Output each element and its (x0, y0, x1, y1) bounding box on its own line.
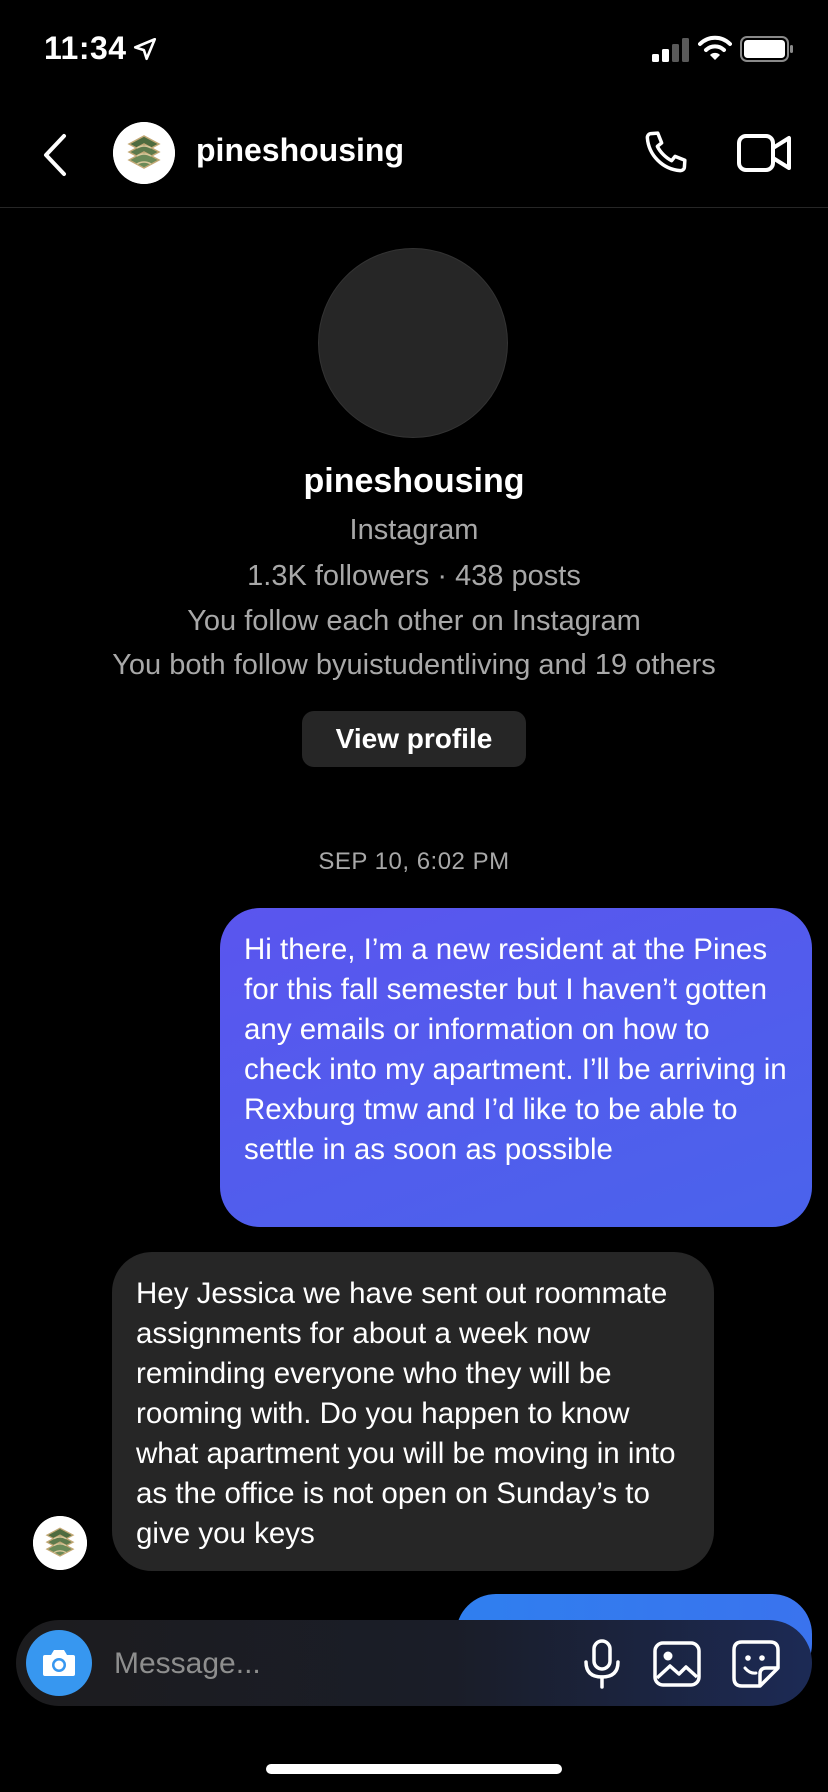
sticker-icon (732, 1640, 780, 1688)
outgoing-message-bubble[interactable]: Hi there, I’m a new resident at the Pine… (220, 908, 812, 1227)
battery-icon (740, 36, 794, 67)
avatar[interactable] (113, 122, 175, 184)
location-arrow-icon (132, 36, 158, 67)
gallery-icon (653, 1641, 701, 1687)
incoming-message-bubble[interactable]: Hey Jessica we have sent out roommate as… (112, 1252, 714, 1571)
phone-icon (645, 131, 687, 173)
camera-icon (43, 1650, 75, 1676)
message-composer (16, 1620, 812, 1708)
profile-avatar[interactable] (318, 248, 508, 438)
profile-relationship: You follow each other on Instagram (187, 605, 641, 637)
microphone-button[interactable] (578, 1638, 626, 1690)
camera-button[interactable] (26, 1630, 92, 1696)
header-title[interactable]: pineshousing (196, 132, 404, 169)
status-time: 11:34 (44, 30, 127, 66)
status-bar: 11:34 (0, 0, 828, 100)
view-profile-button[interactable]: View profile (302, 711, 526, 767)
pines-logo-icon (113, 122, 175, 184)
home-indicator[interactable] (266, 1764, 562, 1774)
profile-mutuals: You both follow byuistudentliving and 19… (112, 649, 716, 681)
profile-stats: 1.3K followers · 438 posts (247, 560, 581, 592)
sticker-button[interactable] (730, 1638, 782, 1690)
video-call-button[interactable] (736, 128, 794, 178)
signal-icon (652, 38, 690, 67)
gallery-button[interactable] (652, 1640, 702, 1688)
profile-name: pineshousing (303, 462, 525, 500)
profile-platform: Instagram (349, 514, 479, 546)
sender-avatar[interactable] (33, 1516, 87, 1570)
audio-call-button[interactable] (640, 126, 692, 178)
back-chevron-icon (44, 134, 66, 176)
message-timestamp: SEP 10, 6:02 PM (318, 848, 510, 875)
microphone-icon (584, 1639, 620, 1689)
video-camera-icon (737, 134, 791, 172)
chat-header: pineshousing (0, 100, 828, 208)
pines-logo-icon (33, 1516, 87, 1570)
back-button[interactable] (36, 130, 76, 180)
wifi-icon (698, 34, 732, 67)
message-input[interactable] (112, 1620, 496, 1708)
